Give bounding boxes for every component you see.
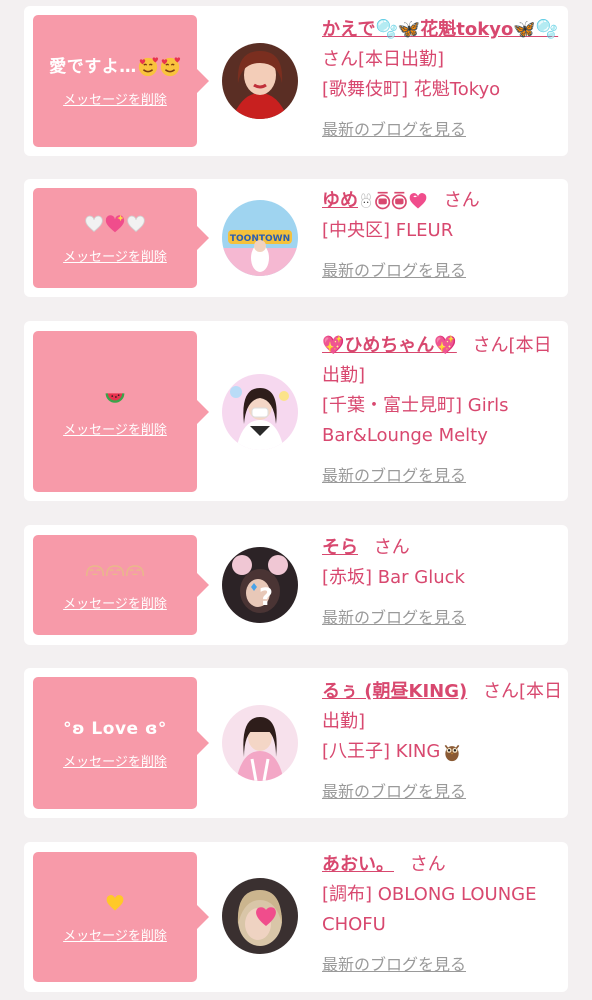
latest-blog-link[interactable]: 最新のブログを見る	[322, 777, 466, 807]
message-card: °ʚ Love ɞ° メッセージを削除 るぅ (朝昼KING) さん[本日出勤]…	[24, 668, 568, 818]
message-card: メッセージを削除 あおい。 さん [調布] OBLONG LOUNGE CHOF…	[24, 842, 568, 992]
sender-line: あおい。 さん	[322, 850, 562, 880]
latest-blog-link[interactable]: 最新のブログを見る	[322, 256, 466, 286]
sender-suffix: さん	[409, 854, 446, 875]
message-info: あおい。 さん [調布] OBLONG LOUNGE CHOFU 最新のブログを…	[322, 850, 562, 980]
message-bubble: 愛ですよ… メッセージを削除	[33, 15, 209, 147]
message-bubble: メッセージを削除	[33, 535, 209, 635]
avatar[interactable]: TOONTOWN	[222, 200, 298, 276]
message-info: かえで🫧🦋花魁tokyo🦋🫧 さん[本日出勤] [歌舞伎町] 花魁Tokyo 最…	[322, 15, 562, 145]
bubble-text: 愛ですよ…	[49, 55, 181, 79]
shop-name: [八王子] KING	[322, 741, 441, 762]
bubble-message: °ʚ Love ɞ°	[63, 718, 167, 739]
sender-line: 💖ひめちゃん💖 さん[本日出勤]	[322, 331, 562, 391]
svg-text:?: ?	[259, 583, 273, 611]
message-card: メッセージを削除 💖ひめちゃん💖 さん[本日出勤] [千葉・富士見町] Girl…	[24, 321, 568, 501]
latest-blog-link[interactable]: 最新のブログを見る	[322, 461, 466, 491]
message-card: メッセージを削除 ? そら さん [赤坂] Bar Gluck 最新のブログを見…	[24, 525, 568, 645]
message-info: るぅ (朝昼KING) さん[本日出勤] [八王子] KING 最新のブログを見…	[322, 677, 562, 807]
delete-message-link[interactable]: メッセージを削除	[63, 419, 167, 438]
delete-message-link[interactable]: メッセージを削除	[63, 925, 167, 944]
delete-message-link[interactable]: メッセージを削除	[63, 246, 167, 265]
message-info: そら さん [赤坂] Bar Gluck 最新のブログを見る	[322, 533, 562, 633]
bubble-message: 愛ですよ…	[49, 56, 137, 77]
sender-line: かえで🫧🦋花魁tokyo🦋🫧	[322, 15, 562, 45]
bubble-text	[84, 212, 146, 236]
sender-line: そら さん	[322, 533, 562, 563]
message-bubble: メッセージを削除	[33, 331, 209, 492]
shop-name: [歌舞伎町] 花魁Tokyo	[322, 79, 501, 100]
face-emoticon-icon	[85, 564, 105, 578]
sender-name[interactable]: ゆめ	[322, 190, 358, 211]
message-info: 💖ひめちゃん💖 さん[本日出勤] [千葉・富士見町] Girls Bar&Lou…	[322, 331, 562, 491]
delete-message-link[interactable]: メッセージを削除	[63, 89, 167, 108]
avatar[interactable]: ?	[222, 547, 298, 623]
bubble-text	[104, 385, 126, 409]
face-emoticon-icon	[105, 564, 125, 578]
white-heart-icon	[84, 214, 104, 234]
latest-blog-link[interactable]: 最新のブログを見る	[322, 950, 466, 980]
avatar[interactable]	[222, 878, 298, 954]
sender-suffix: さん	[373, 537, 410, 558]
sender-name[interactable]: あおい。	[322, 854, 394, 875]
shop-line: [八王子] KING	[322, 737, 562, 767]
sender-line: るぅ (朝昼KING) さん[本日出勤]	[322, 677, 562, 737]
delete-message-link[interactable]: メッセージを削除	[63, 751, 167, 770]
sender-suffix: さん	[443, 190, 480, 211]
yellow-heart-icon	[105, 893, 125, 913]
message-card: メッセージを削除 TOONTOWN ゆめ さん [中央区] FLEUR 最新のブ…	[24, 179, 568, 297]
sparkling-heart-icon	[104, 213, 126, 235]
shop-name: [千葉・富士見町] Girls Bar&Lounge Melty	[322, 395, 509, 446]
message-bubble: メッセージを削除	[33, 852, 209, 982]
watermelon-icon	[104, 386, 126, 408]
delete-message-link[interactable]: メッセージを削除	[63, 593, 167, 612]
avatar[interactable]	[222, 43, 298, 119]
message-info: ゆめ さん [中央区] FLEUR 最新のブログを見る	[322, 186, 562, 286]
eyes-icon	[374, 191, 408, 211]
sender-suffix: さん[本日出勤]	[322, 49, 445, 70]
latest-blog-link[interactable]: 最新のブログを見る	[322, 603, 466, 633]
message-bubble: °ʚ Love ɞ° メッセージを削除	[33, 677, 209, 809]
bubble-text: °ʚ Love ɞ°	[63, 717, 167, 741]
bubble-text	[105, 891, 125, 915]
owl-icon	[442, 742, 462, 762]
sender-name[interactable]: るぅ (朝昼KING)	[322, 681, 467, 702]
white-heart-icon	[126, 214, 146, 234]
sender-line-2: さん[本日出勤]	[322, 45, 562, 75]
latest-blog-link[interactable]: 最新のブログを見る	[322, 115, 466, 145]
sender-name[interactable]: そら	[322, 537, 358, 558]
sender-name[interactable]: 💖ひめちゃん💖	[322, 335, 457, 356]
shop-name: [調布] OBLONG LOUNGE CHOFU	[322, 884, 537, 935]
face-emoticon-icon	[125, 564, 145, 578]
shop-name: [赤坂] Bar Gluck	[322, 567, 465, 588]
bubble-text	[85, 559, 145, 583]
shop-name: [中央区] FLEUR	[322, 220, 454, 241]
message-card: 愛ですよ… メッセージを削除 かえで🫧🦋花魁tokyo🦋🫧 さん[本日出勤] […	[24, 6, 568, 156]
message-bubble: メッセージを削除	[33, 188, 209, 288]
bunny-face-icon	[358, 193, 374, 209]
sender-line: ゆめ さん	[322, 186, 562, 216]
avatar[interactable]	[222, 705, 298, 781]
smiling-face-with-hearts-icon	[137, 56, 159, 78]
heart-icon	[408, 191, 428, 211]
smiling-face-with-hearts-icon	[159, 56, 181, 78]
sender-name[interactable]: かえで🫧🦋花魁tokyo🦋🫧	[322, 19, 558, 40]
avatar[interactable]	[222, 374, 298, 450]
